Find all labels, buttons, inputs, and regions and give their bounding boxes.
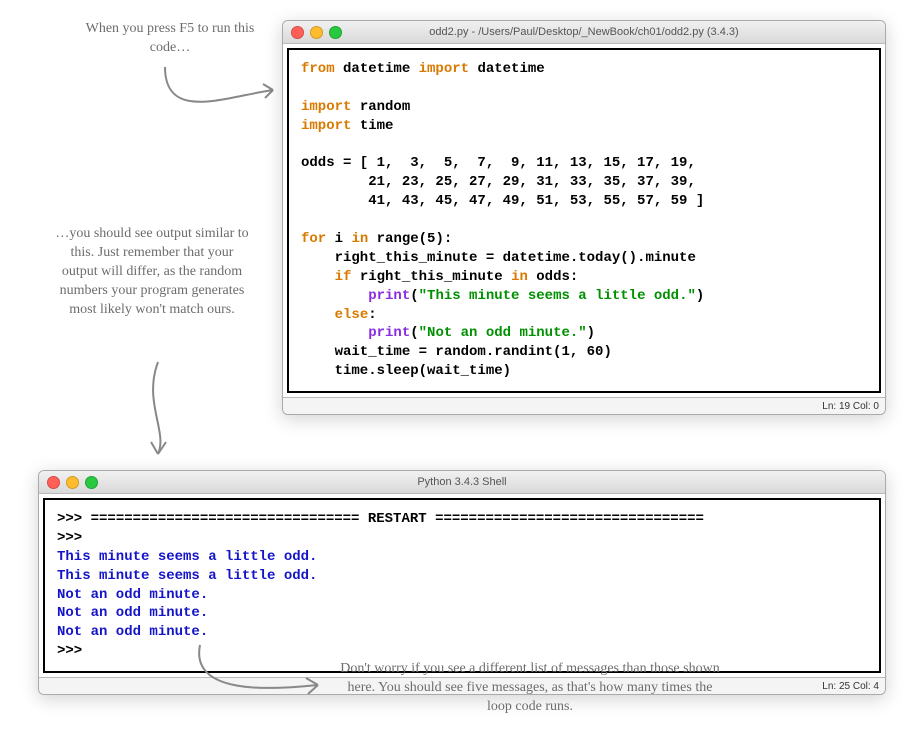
- prompt: >>>: [57, 530, 91, 546]
- kw: else: [335, 307, 369, 323]
- kw: for: [301, 231, 326, 247]
- kw: from: [301, 61, 335, 77]
- close-icon[interactable]: [47, 476, 60, 489]
- code-text: range(5):: [368, 231, 452, 247]
- code-text: [301, 288, 368, 304]
- code-text: i: [326, 231, 351, 247]
- editor-status: Ln: 19 Col: 0: [283, 397, 885, 414]
- kw: in: [511, 269, 528, 285]
- string: "This minute seems a little odd.": [419, 288, 696, 304]
- code-editor[interactable]: from datetime import datetime import ran…: [287, 48, 881, 393]
- editor-title: odd2.py - /Users/Paul/Desktop/_NewBook/c…: [283, 26, 885, 38]
- code-text: :: [368, 307, 376, 323]
- code-text: 21, 23, 25, 27, 29, 31, 33, 35, 37, 39,: [301, 174, 696, 190]
- minimize-icon[interactable]: [66, 476, 79, 489]
- prompt: >>>: [57, 511, 91, 527]
- annotation-top: When you press F5 to run this code…: [85, 20, 255, 58]
- code-text: wait_time = random.randint(1, 60): [301, 344, 612, 360]
- code-text: odds:: [528, 269, 578, 285]
- code-text: datetime: [469, 61, 545, 77]
- code-text: random: [351, 99, 410, 115]
- minimize-icon[interactable]: [310, 26, 323, 39]
- code-text: right_this_minute: [351, 269, 511, 285]
- arrow-bottom: [190, 645, 330, 710]
- kw: if: [335, 269, 352, 285]
- shell-title: Python 3.4.3 Shell: [39, 476, 885, 488]
- code-text: time: [351, 118, 393, 134]
- code-text: ): [587, 325, 595, 341]
- kw: import: [419, 61, 469, 77]
- code-text: time.sleep(wait_time): [301, 363, 511, 379]
- code-text: ): [696, 288, 704, 304]
- code-text: [301, 269, 335, 285]
- code-text: 41, 43, 45, 47, 49, 51, 53, 55, 57, 59 ]: [301, 193, 704, 209]
- output-line: Not an odd minute.: [57, 624, 208, 640]
- code-text: [301, 325, 368, 341]
- prompt: >>>: [57, 643, 91, 659]
- editor-titlebar[interactable]: odd2.py - /Users/Paul/Desktop/_NewBook/c…: [283, 21, 885, 44]
- shell-output[interactable]: >>> ================================ RES…: [43, 498, 881, 673]
- editor-window: odd2.py - /Users/Paul/Desktop/_NewBook/c…: [282, 20, 886, 415]
- arrow-top: [155, 62, 285, 127]
- kw: import: [301, 118, 351, 134]
- annotation-middle: …you should see output similar to this. …: [52, 225, 252, 319]
- zoom-icon[interactable]: [329, 26, 342, 39]
- zoom-icon[interactable]: [85, 476, 98, 489]
- kw: import: [301, 99, 351, 115]
- builtin: print: [368, 325, 410, 341]
- code-text: right_this_minute = datetime.today().min…: [301, 250, 696, 266]
- close-icon[interactable]: [291, 26, 304, 39]
- code-text: (: [410, 288, 418, 304]
- kw: in: [351, 231, 368, 247]
- builtin: print: [368, 288, 410, 304]
- output-line: Not an odd minute.: [57, 587, 208, 603]
- restart-banner: ================================ RESTART…: [91, 511, 704, 527]
- output-line: Not an odd minute.: [57, 605, 208, 621]
- code-text: datetime: [335, 61, 419, 77]
- code-text: odds = [ 1, 3, 5, 7, 9, 11, 13, 15, 17, …: [301, 155, 696, 171]
- output-line: This minute seems a little odd.: [57, 549, 317, 565]
- arrow-middle: [138, 362, 178, 467]
- string: "Not an odd minute.": [419, 325, 587, 341]
- output-line: This minute seems a little odd.: [57, 568, 317, 584]
- code-text: (: [410, 325, 418, 341]
- shell-titlebar[interactable]: Python 3.4.3 Shell: [39, 471, 885, 494]
- code-text: [301, 307, 335, 323]
- annotation-bottom: Don't worry if you see a different list …: [335, 660, 725, 717]
